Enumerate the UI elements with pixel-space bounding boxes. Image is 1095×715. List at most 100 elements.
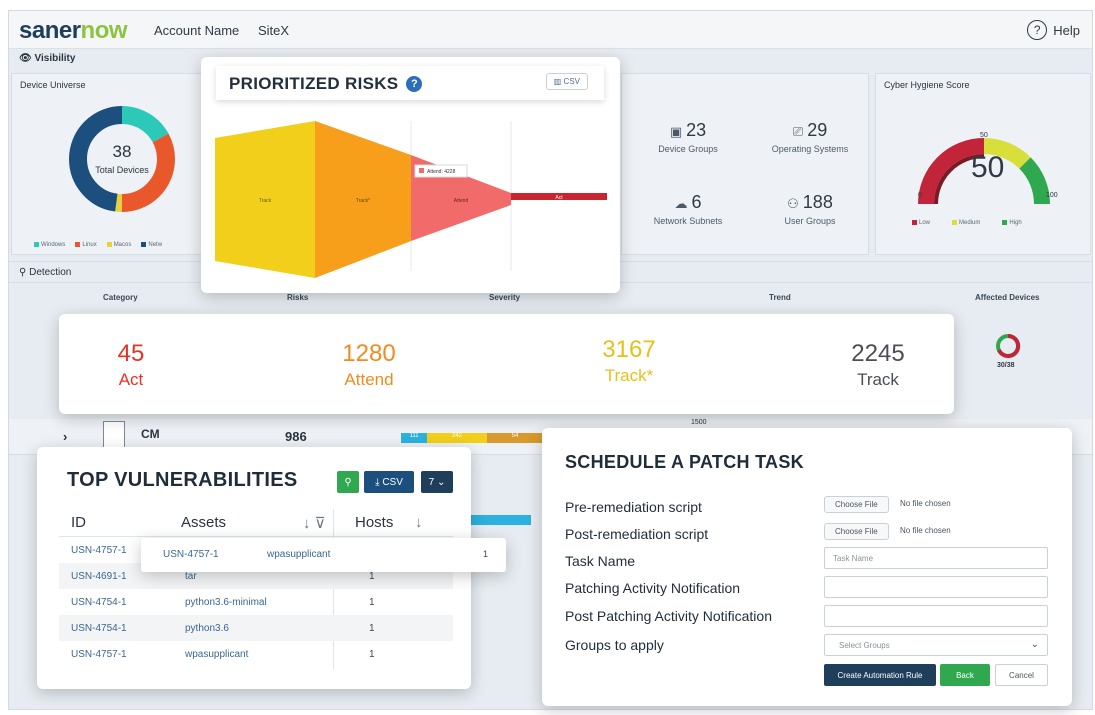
cm-category-icon [103, 421, 125, 449]
post-remediation-label: Post-remediation script [565, 526, 709, 542]
user-groups-icon: ⚇ [787, 196, 799, 211]
total-devices-value: 38 [113, 142, 132, 161]
device-universe-panel: Device Universe 38 Total Devices Windows… [11, 73, 211, 255]
prioritized-risks-funnel: Track Track* Attend Act Attend: 4228 [215, 121, 607, 278]
post-patching-notification-label: Post Patching Activity Notification [565, 608, 772, 624]
sort-icon[interactable]: ↓ [415, 514, 423, 531]
device-donut-chart: 38 Total Devices [69, 106, 175, 212]
download-icon: ⤓ [375, 476, 380, 488]
severity-bar-high: 54 [487, 433, 543, 443]
col-hosts[interactable]: Hosts [355, 514, 393, 531]
sort-icon[interactable]: ↓ ⊽ [303, 514, 326, 532]
gauge-tick-min: 0 [918, 192, 922, 199]
prioritized-risks-title: PRIORITIZED RISKS [229, 74, 399, 93]
post-patching-notification-input[interactable] [824, 605, 1048, 627]
cyber-hygiene-title: Cyber Hygiene Score [884, 80, 970, 90]
svg-text:Act: Act [555, 195, 563, 201]
stat-network-subnets[interactable]: ☁ 6 Network Subnets [628, 192, 748, 226]
cyber-hygiene-panel: Cyber Hygiene Score 0 50 100 50 Low Medi… [875, 73, 1091, 255]
legend-medium: Medium [952, 220, 980, 226]
back-button[interactable]: Back [940, 664, 990, 686]
col-id[interactable]: ID [71, 514, 86, 531]
total-devices-label: Total Devices [95, 165, 149, 175]
count-track-star[interactable]: 3167 Track* [539, 336, 719, 386]
expand-chevron-icon[interactable]: › [63, 429, 67, 444]
svg-text:Track: Track [259, 198, 272, 204]
chevron-down-icon: ⌄ [1030, 639, 1039, 650]
col-affected-devices[interactable]: Affected Devices [975, 293, 1039, 302]
legend-network: Netw [141, 242, 162, 248]
cyber-hygiene-score: 50 [971, 151, 1005, 184]
affected-devices-value: 30/38 [997, 362, 1015, 369]
patching-notification-input[interactable] [824, 576, 1048, 598]
export-csv-button[interactable]: ⤓ CSV [364, 471, 414, 493]
legend-windows: Windows [34, 242, 65, 248]
affected-devices-ring [996, 333, 1021, 358]
severity-bar-mid: 242 [427, 433, 487, 443]
gauge-tick-mid: 50 [980, 132, 988, 139]
account-name-link[interactable]: Account Name [154, 23, 239, 38]
table-row[interactable]: USN-4754-1 python3.6 1 [59, 615, 453, 641]
search-button[interactable]: ⚲ [337, 471, 359, 493]
prioritized-risks-card: PRIORITIZED RISKS ? ▥ CSV Track Track* A… [201, 57, 620, 293]
search-icon: ⚲ [344, 476, 352, 488]
groups-select[interactable]: Select Groups ⌄ [824, 634, 1048, 656]
count-act[interactable]: 45 Act [41, 340, 221, 390]
count-track[interactable]: 2245 Track [788, 340, 968, 390]
svg-text:Attend: Attend [454, 198, 469, 204]
cm-category-label: CM [141, 427, 160, 441]
schedule-patch-task-card: SCHEDULE A PATCH TASK Pre-remediation sc… [542, 428, 1072, 706]
device-groups-icon: ▣ [669, 124, 683, 139]
vulnerabilities-table: ID Assets ↓ ⊽ Hosts ↓ USN-4757-1 USN-469… [59, 509, 453, 669]
cancel-button[interactable]: Cancel [995, 664, 1048, 686]
table-row[interactable]: USN-4754-1 python3.6-minimal 1 [59, 589, 453, 615]
grid-icon: ▥ [553, 77, 562, 86]
site-link[interactable]: SiteX [258, 23, 289, 38]
severity-bar-low: 111 [401, 433, 427, 443]
stat-operating-systems[interactable]: ⎚ 29 Operating Systems [750, 120, 870, 154]
vulnerabilities-table-header: ID Assets ↓ ⊽ Hosts ↓ [59, 509, 453, 669]
highlighted-table-row[interactable]: USN-4757-1 wpasupplicant 1 [141, 538, 506, 572]
top-vulnerabilities-title: TOP VULNERABILITIES [67, 469, 298, 491]
svg-text:Track*: Track* [356, 198, 370, 204]
groups-to-apply-label: Groups to apply [565, 637, 664, 653]
col-risks[interactable]: Risks [287, 293, 308, 302]
pre-remediation-file-status: No file chosen [900, 499, 951, 508]
count-attend[interactable]: 1280 Attend [279, 340, 459, 390]
stat-device-groups[interactable]: ▣ 23 Device Groups [628, 120, 748, 154]
inventory-stats-panel: ▣ 23 Device Groups ⎚ 29 Operating Systems … [621, 73, 869, 255]
cm-risks-value: 986 [285, 429, 307, 444]
post-remediation-file-button[interactable]: Choose File [824, 523, 889, 540]
col-trend[interactable]: Trend [769, 293, 791, 302]
col-severity[interactable]: Severity [489, 293, 520, 302]
stat-user-groups[interactable]: ⚇ 188 User Groups [750, 192, 870, 226]
device-legend: Windows Linux Macos Netw [34, 242, 162, 248]
patching-notification-label: Patching Activity Notification [565, 580, 741, 596]
page-size-select[interactable]: 7 ⌄ [421, 471, 453, 493]
operating-systems-icon: ⎚ [792, 124, 804, 139]
logo[interactable]: sanernow [19, 17, 128, 45]
eye-icon: 👁 [19, 53, 32, 64]
pre-remediation-file-button[interactable]: Choose File [824, 496, 889, 513]
chevron-down-icon: ⌄ [436, 476, 446, 488]
post-remediation-file-status: No file chosen [900, 526, 951, 535]
search-icon: ⚲ [19, 267, 27, 278]
col-assets[interactable]: Assets [181, 514, 226, 531]
pre-remediation-label: Pre-remediation script [565, 499, 702, 515]
col-category[interactable]: Category [103, 293, 138, 302]
gauge-legend: Low Medium High [912, 220, 1022, 226]
legend-high: High [1002, 220, 1022, 226]
table-row[interactable]: USN-4757-1 wpasupplicant 1 [59, 641, 453, 667]
trend-tick: 1500 [691, 419, 707, 426]
task-name-input[interactable]: Task Name [824, 547, 1048, 569]
create-automation-rule-button[interactable]: Create Automation Rule [824, 664, 936, 686]
info-icon[interactable]: ? [406, 76, 423, 92]
device-universe-title: Device Universe [20, 80, 86, 90]
export-csv-button[interactable]: ▥ CSV [545, 73, 588, 90]
legend-macos: Macos [106, 242, 131, 248]
help-button[interactable]: ? Help [1027, 20, 1080, 40]
legend-low: Low [912, 220, 930, 226]
legend-linux: Linux [75, 242, 97, 248]
help-icon: ? [1027, 20, 1048, 40]
prioritized-risks-header: PRIORITIZED RISKS ? ▥ CSV [216, 66, 604, 100]
